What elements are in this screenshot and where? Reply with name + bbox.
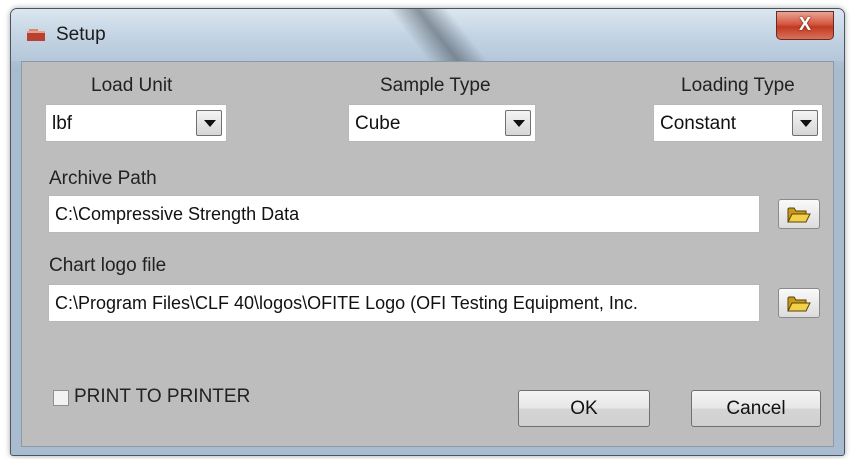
sample-type-select[interactable]: Cube — [348, 104, 536, 142]
chart-logo-input[interactable]: C:\Program Files\CLF 40\logos\OFITE Logo… — [48, 284, 760, 322]
load-unit-select[interactable]: lbf — [45, 104, 227, 142]
close-icon: X — [798, 14, 811, 34]
loading-type-select[interactable]: Constant — [653, 104, 823, 142]
chevron-down-icon[interactable] — [505, 110, 531, 136]
ok-button[interactable]: OK — [518, 390, 650, 427]
sample-type-label: Sample Type — [380, 75, 491, 96]
chart-logo-browse-button[interactable] — [778, 288, 820, 318]
chart-logo-value: C:\Program Files\CLF 40\logos\OFITE Logo… — [55, 293, 638, 313]
loading-type-value: Constant — [660, 113, 737, 134]
print-to-printer-label[interactable]: PRINT TO PRINTER — [74, 386, 250, 408]
sample-type-value: Cube — [355, 113, 401, 134]
chevron-down-icon[interactable] — [792, 110, 818, 136]
setup-dialog: Setup X Load Unit lbf Sample Type Cube L… — [10, 8, 845, 456]
load-unit-label: Load Unit — [91, 75, 173, 96]
archive-path-input[interactable]: C:\Compressive Strength Data — [48, 195, 760, 233]
folder-open-icon — [787, 207, 811, 223]
dialog-body: Load Unit lbf Sample Type Cube Loading T… — [21, 61, 834, 447]
loading-type-label: Loading Type — [681, 75, 795, 96]
title-bar[interactable]: Setup X — [11, 9, 844, 79]
folder-open-icon — [787, 296, 811, 312]
print-to-printer-checkbox[interactable] — [53, 390, 69, 406]
cancel-button[interactable]: Cancel — [691, 390, 821, 427]
archive-path-value: C:\Compressive Strength Data — [55, 204, 300, 224]
close-button[interactable]: X — [776, 11, 834, 40]
archive-path-browse-button[interactable] — [778, 199, 820, 229]
load-unit-value: lbf — [52, 113, 73, 134]
chevron-down-icon[interactable] — [196, 110, 222, 136]
archive-path-label: Archive Path — [49, 168, 157, 189]
chart-logo-label: Chart logo file — [49, 255, 167, 276]
window-title: Setup — [56, 24, 106, 45]
setup-app-icon — [27, 29, 45, 41]
